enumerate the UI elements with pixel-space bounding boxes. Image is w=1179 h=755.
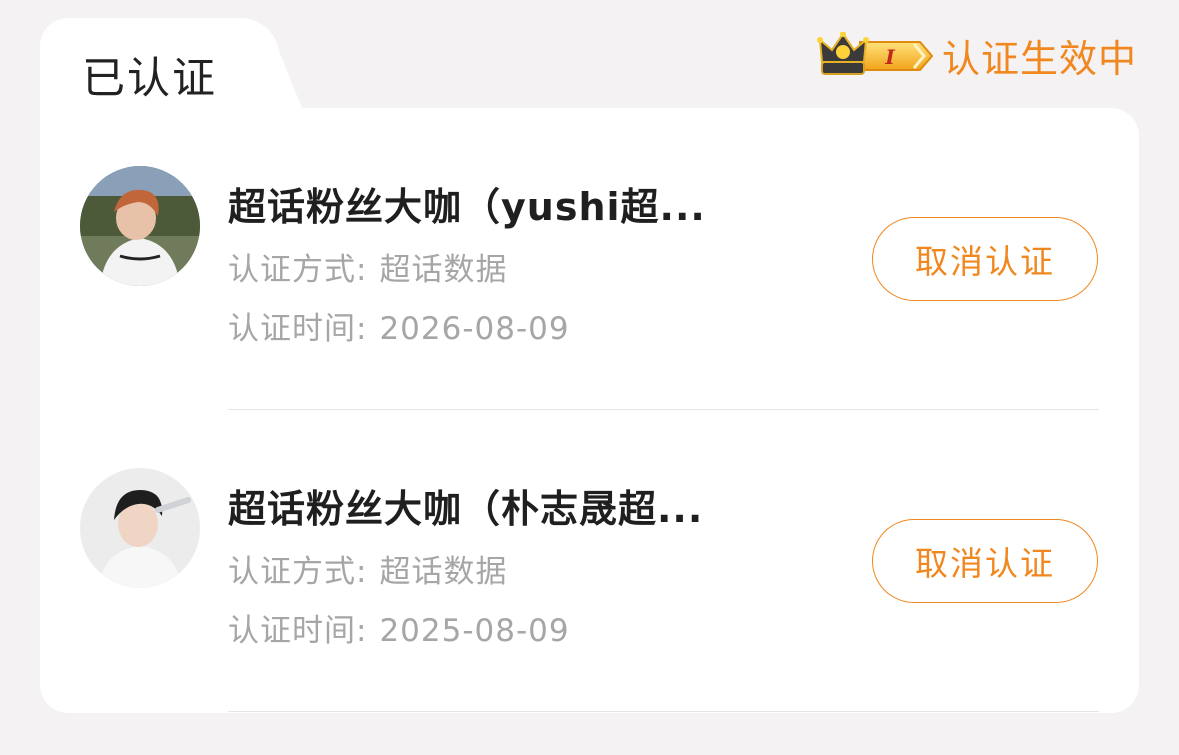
status-text: 认证生效中 — [941, 37, 1137, 81]
verify-method-label: 认证方式: — [228, 554, 368, 590]
verify-time: 认证时间: 2026-08-09 — [228, 303, 570, 348]
verify-time-value: 2025-08-09 — [379, 613, 570, 649]
verify-method: 认证方式: 超话数据 — [228, 546, 507, 591]
status-indicator: I 认证生效中 — [816, 28, 1137, 83]
avatar-photo — [80, 166, 200, 286]
verified-list-card: 超话粉丝大咖（yushi超... 认证方式: 超话数据 认证时间: 2026-08-… — [40, 108, 1139, 713]
crown-badge-icon: I — [816, 31, 934, 75]
badge-level-text: I — [884, 45, 895, 69]
divider — [228, 711, 1099, 712]
cancel-verification-button[interactable]: 取消认证 — [872, 519, 1098, 603]
verify-time-label: 认证时间: — [228, 311, 368, 347]
avatar — [80, 166, 200, 286]
item-title[interactable]: 超话粉丝大咖（朴志晟超... — [228, 478, 703, 533]
verify-time: 认证时间: 2025-08-09 — [228, 605, 570, 650]
verify-time-value: 2026-08-09 — [379, 311, 570, 347]
divider — [228, 409, 1099, 410]
verify-time-label: 认证时间: — [228, 613, 368, 649]
cancel-verification-button[interactable]: 取消认证 — [872, 217, 1098, 301]
verify-method-label: 认证方式: — [228, 252, 368, 288]
verify-method-value: 超话数据 — [379, 554, 508, 590]
tab-verified[interactable]: 已认证 — [82, 44, 217, 106]
avatar — [80, 468, 200, 588]
verify-method-value: 超话数据 — [379, 252, 508, 288]
avatar-photo — [80, 468, 200, 588]
verify-method: 认证方式: 超话数据 — [228, 244, 507, 289]
item-title[interactable]: 超话粉丝大咖（yushi超... — [228, 176, 706, 231]
